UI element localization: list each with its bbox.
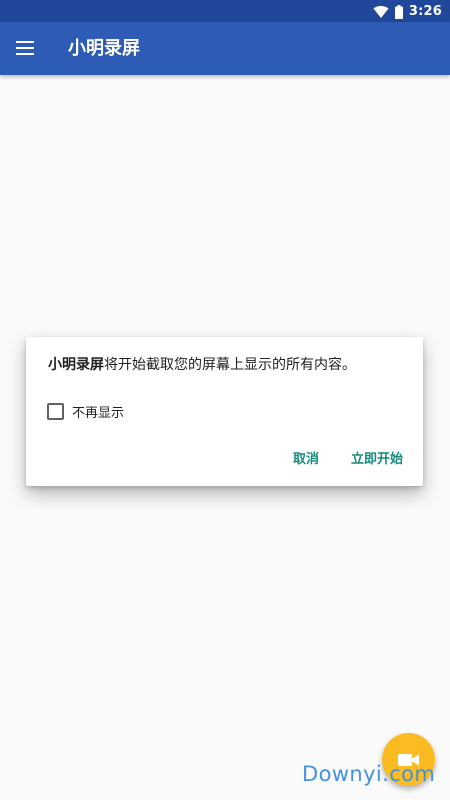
screen-capture-dialog: 小明录屏将开始截取您的屏幕上显示的所有内容。 不再显示 取消 立即开始 [26,337,423,486]
cancel-button[interactable]: 取消 [289,444,323,471]
dialog-message-text: 将开始截取您的屏幕上显示的所有内容。 [104,357,356,373]
status-icons: 3:26 [373,0,442,22]
start-now-button[interactable]: 立即开始 [347,444,407,471]
dont-show-again-checkbox[interactable] [47,402,64,420]
dialog-app-name: 小明录屏 [48,357,104,373]
dont-show-again-row[interactable]: 不再显示 [47,402,125,421]
menu-icon[interactable] [16,40,34,56]
dialog-actions: 取消 立即开始 [289,443,407,471]
dont-show-again-label: 不再显示 [72,405,125,421]
status-time: 3:26 [408,3,442,19]
dialog-message: 小明录屏将开始截取您的屏幕上显示的所有内容。 [48,355,408,375]
watermark: Downyi.com [302,762,436,786]
app-bar: 小明录屏 [0,22,450,75]
app-title: 小明录屏 [68,38,140,59]
status-bar: 3:26 [0,0,450,22]
wifi-icon [373,4,389,19]
battery-icon [394,4,403,19]
